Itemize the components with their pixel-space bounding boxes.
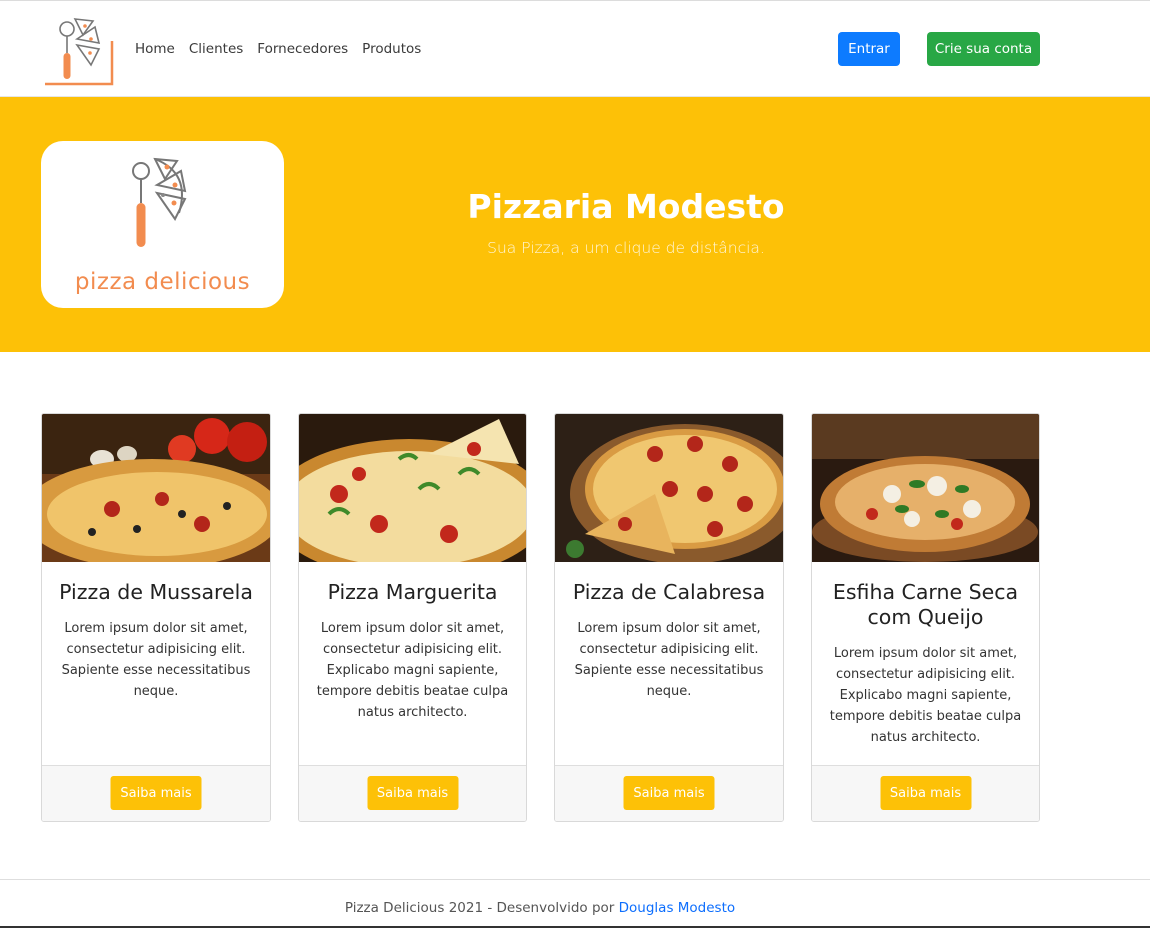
card-text: Lorem ipsum dolor sit amet, consectetur … xyxy=(574,621,764,699)
saiba-mais-button[interactable]: Saiba mais xyxy=(110,776,202,810)
hero-banner: pizza delicious Pizzaria Modesto Sua Piz… xyxy=(0,97,1150,352)
pizza-marguerita-image xyxy=(299,414,526,562)
card-footer: Saiba mais xyxy=(555,765,783,821)
hero-subtitle: Sua Pizza, a um clique de distância. xyxy=(487,239,765,257)
card-title: Pizza de Calabresa xyxy=(572,580,766,604)
product-card: Pizza Marguerita Lorem ipsum dolor sit a… xyxy=(298,413,527,822)
hero-title: Pizzaria Modesto xyxy=(467,187,785,226)
product-card: Pizza de Mussarela Lorem ipsum dolor sit… xyxy=(41,413,271,822)
logo-wordmark: pizza delicious xyxy=(74,269,251,295)
footer-divider xyxy=(0,879,1150,880)
card-text: Lorem ipsum dolor sit amet, consectetur … xyxy=(829,646,1022,745)
card-footer: Saiba mais xyxy=(812,765,1039,821)
saiba-mais-button[interactable]: Saiba mais xyxy=(367,776,458,810)
navbar: Home Clientes Fornecedores Produtos Entr… xyxy=(0,1,1150,97)
product-card: Pizza de Calabresa Lorem ipsum dolor sit… xyxy=(554,413,784,822)
login-button[interactable]: Entrar xyxy=(838,32,900,66)
pizza-cutter-logo-icon[interactable] xyxy=(43,15,115,87)
nav-fornecedores-link[interactable]: Fornecedores xyxy=(257,41,348,57)
pizza-mussarela-image xyxy=(42,414,270,562)
card-footer: Saiba mais xyxy=(299,765,526,821)
card-text: Lorem ipsum dolor sit amet, consectetur … xyxy=(316,621,509,720)
esfiha-carne-seca-image xyxy=(812,414,1039,562)
product-card: Esfiha Carne Seca com Queijo Lorem ipsum… xyxy=(811,413,1040,822)
card-text: Lorem ipsum dolor sit amet, consectetur … xyxy=(61,621,251,699)
signup-button[interactable]: Crie sua conta xyxy=(927,32,1040,66)
saiba-mais-button[interactable]: Saiba mais xyxy=(880,776,971,810)
card-title: Pizza de Mussarela xyxy=(59,580,253,604)
nav-home-link[interactable]: Home xyxy=(135,41,175,57)
saiba-mais-button[interactable]: Saiba mais xyxy=(623,776,715,810)
footer-text: Pizza Delicious 2021 - Desenvolvido por xyxy=(344,900,615,916)
pizza-calabresa-image xyxy=(555,414,783,562)
nav-produtos-link[interactable]: Produtos xyxy=(362,41,421,57)
hero-logo-card: pizza delicious xyxy=(41,141,284,308)
card-title: Esfiha Carne Seca com Queijo xyxy=(832,580,1019,629)
nav-links: Home Clientes Fornecedores Produtos xyxy=(135,41,421,57)
nav-clientes-link[interactable]: Clientes xyxy=(189,41,243,57)
card-footer: Saiba mais xyxy=(42,765,270,821)
card-title: Pizza Marguerita xyxy=(327,580,498,604)
pizza-cutter-logo-icon xyxy=(132,157,187,247)
footer: Pizza Delicious 2021 - Desenvolvido por … xyxy=(0,900,1080,916)
author-link[interactable]: Douglas Modesto xyxy=(619,900,736,916)
